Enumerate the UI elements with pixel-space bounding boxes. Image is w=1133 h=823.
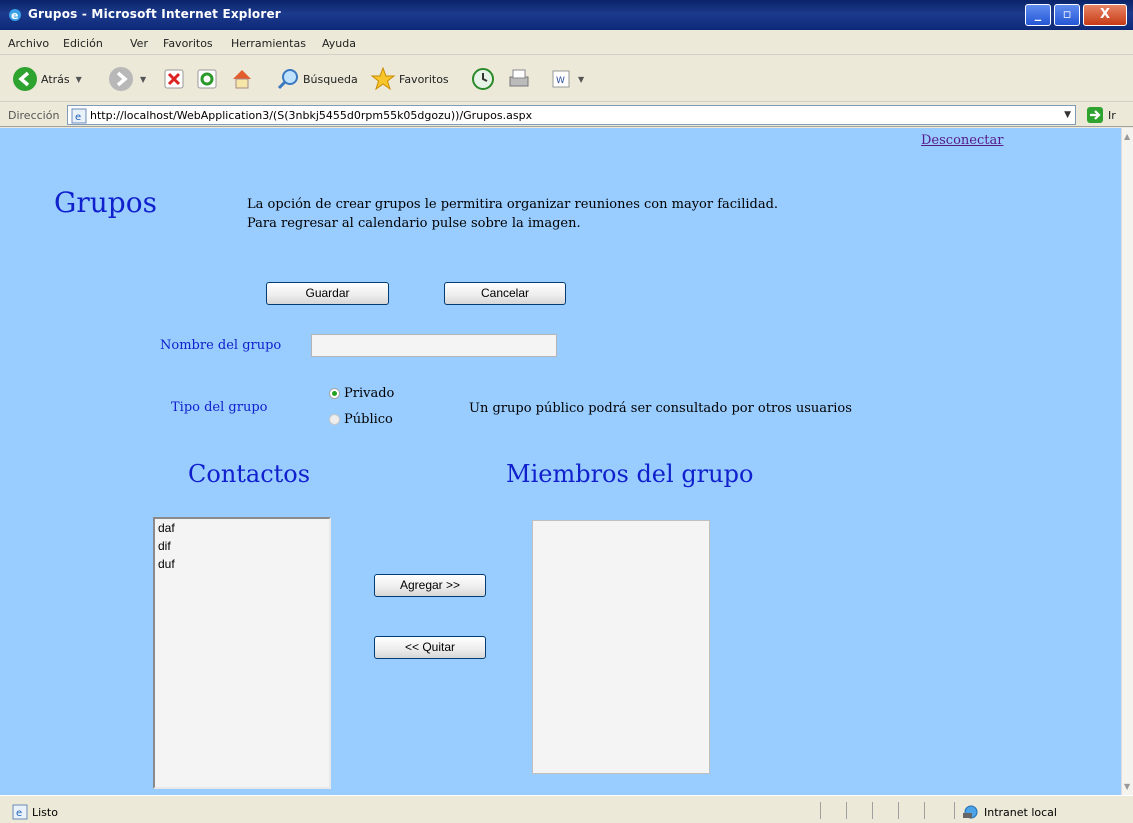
logout-link[interactable]: Desconectar — [921, 133, 1003, 148]
list-item[interactable]: duf — [155, 555, 329, 573]
printer-icon — [509, 69, 529, 87]
address-dropdown-icon[interactable]: ▼ — [1064, 110, 1071, 120]
scroll-up-icon[interactable]: ▲ — [1124, 132, 1130, 141]
go-arrow-icon — [1087, 107, 1103, 123]
history-icon — [472, 68, 494, 90]
status-divider — [898, 802, 899, 819]
page-title: Grupos — [54, 186, 157, 219]
group-name-input[interactable] — [311, 334, 557, 357]
window-title: Grupos - Microsoft Internet Explorer — [28, 7, 281, 21]
status-divider — [954, 802, 955, 819]
print-button[interactable] — [506, 65, 532, 93]
radio-publico-label: Público — [344, 412, 393, 427]
refresh-icon — [197, 69, 217, 89]
status-divider — [924, 802, 925, 819]
back-button[interactable]: Atrás ▼ — [12, 65, 82, 93]
forward-button[interactable]: ▼ — [108, 65, 146, 93]
intranet-globe-icon — [963, 805, 978, 819]
chevron-down-icon: ▼ — [578, 74, 585, 84]
scroll-down-icon[interactable]: ▼ — [1124, 782, 1130, 791]
chevron-down-icon: ▼ — [75, 74, 82, 84]
add-member-button[interactable]: Agregar >> — [374, 574, 486, 597]
svg-text:e: e — [11, 9, 18, 22]
stop-icon — [164, 69, 184, 89]
list-item[interactable]: dif — [155, 537, 329, 555]
address-label: Dirección — [8, 109, 60, 122]
radio-privado[interactable]: Privado — [329, 386, 394, 401]
go-button[interactable]: Ir — [1086, 106, 1116, 124]
page-done-icon: e — [12, 804, 28, 820]
window-title-bar[interactable]: e Grupos - Microsoft Internet Explorer _… — [0, 0, 1133, 30]
go-label: Ir — [1108, 108, 1116, 122]
radio-unselected-icon[interactable] — [329, 414, 340, 425]
status-bar: e Listo Intranet local — [0, 795, 1133, 823]
cancel-button[interactable]: Cancelar — [444, 282, 566, 305]
menu-bar: Archivo Edición Ver Favoritos Herramient… — [0, 30, 1133, 79]
status: e Listo — [12, 804, 58, 820]
home-button[interactable] — [230, 65, 254, 93]
search-label: Búsqueda — [303, 72, 358, 86]
edit-button[interactable]: W ▼ — [550, 65, 584, 93]
stop-button[interactable] — [163, 65, 185, 93]
search-button[interactable]: Búsqueda — [276, 65, 358, 93]
security-zone: Intranet local — [962, 804, 1057, 820]
forward-arrow-icon — [109, 67, 133, 91]
address-bar: Dirección e http://localhost/WebApplicat… — [0, 103, 1133, 127]
public-note: Un grupo público podrá ser consultado po… — [469, 401, 852, 416]
address-url: http://localhost/WebApplication3/(S(3nbk… — [90, 109, 533, 122]
menu-ver[interactable]: Ver — [130, 37, 148, 50]
internet-explorer-icon: e — [9, 9, 21, 22]
address-input[interactable]: e http://localhost/WebApplication3/(S(3n… — [67, 105, 1076, 125]
zone-label: Intranet local — [984, 805, 1057, 819]
menu-ayuda[interactable]: Ayuda — [322, 37, 356, 50]
contacts-heading: Contactos — [188, 460, 311, 488]
menu-favoritos[interactable]: Favoritos — [163, 37, 213, 50]
intro-line-1: La opción de crear grupos le permitira o… — [247, 197, 779, 212]
star-icon — [370, 66, 396, 91]
svg-text:e: e — [75, 112, 81, 123]
maximize-button[interactable]: ▫ — [1054, 4, 1080, 26]
menu-herramientas[interactable]: Herramientas — [231, 37, 306, 50]
back-label: Atrás — [41, 72, 70, 86]
contacts-listbox[interactable]: daf dif duf — [153, 517, 331, 789]
search-icon — [277, 69, 298, 90]
status-divider — [820, 802, 821, 819]
menu-archivo[interactable]: Archivo — [8, 37, 49, 50]
radio-selected-icon[interactable] — [329, 388, 340, 399]
back-arrow-icon — [13, 67, 37, 91]
vertical-scrollbar[interactable]: ▲ ▼ — [1121, 128, 1133, 795]
status-divider — [872, 802, 873, 819]
refresh-button[interactable] — [196, 65, 218, 93]
favorites-label: Favoritos — [399, 72, 449, 86]
save-button[interactable]: Guardar — [266, 282, 389, 305]
list-item[interactable]: daf — [155, 519, 329, 537]
word-document-icon: W — [552, 70, 570, 88]
history-button[interactable] — [470, 65, 496, 93]
toolbar: Atrás ▼ ▼ Búsqueda Favoritos W ▼ — [0, 56, 1133, 102]
menu-edicion[interactable]: Edición — [63, 37, 103, 50]
home-icon — [233, 70, 251, 89]
page-icon: e — [71, 108, 87, 124]
close-button[interactable]: X — [1083, 4, 1127, 26]
status-divider — [846, 802, 847, 819]
svg-text:e: e — [16, 808, 22, 819]
chevron-down-icon: ▼ — [140, 74, 147, 84]
status-text: Listo — [32, 805, 58, 819]
favorites-button[interactable]: Favoritos — [370, 65, 449, 93]
page-content: Desconectar Grupos La opción de crear gr… — [0, 128, 1121, 795]
svg-text:W: W — [556, 76, 565, 86]
group-type-label: Tipo del grupo — [171, 400, 268, 415]
intro-line-2: Para regresar al calendario pulse sobre … — [247, 216, 581, 231]
minimize-button[interactable]: _ — [1025, 4, 1051, 26]
radio-publico[interactable]: Público — [329, 412, 393, 427]
radio-privado-label: Privado — [344, 386, 395, 401]
remove-member-button[interactable]: << Quitar — [374, 636, 486, 659]
members-heading: Miembros del grupo — [506, 460, 754, 488]
group-name-label: Nombre del grupo — [160, 338, 282, 353]
members-listbox[interactable] — [532, 520, 710, 774]
intro-text: La opción de crear grupos le permitira o… — [247, 195, 778, 233]
